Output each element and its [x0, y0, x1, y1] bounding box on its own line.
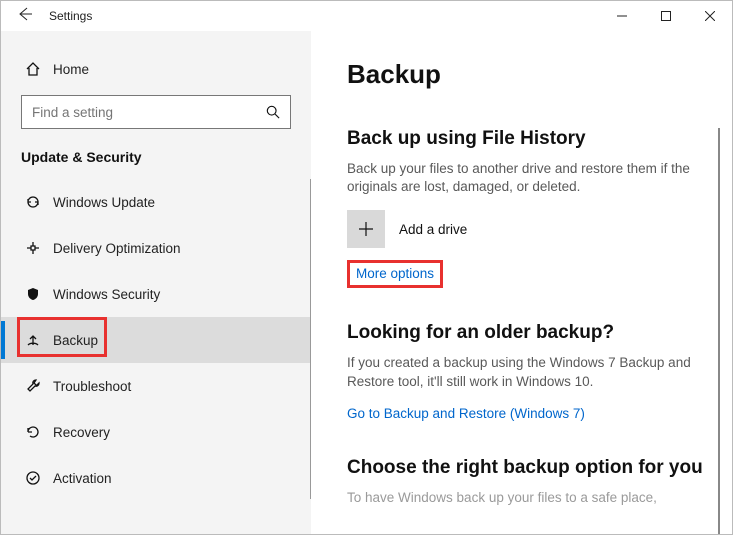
wrench-icon — [25, 378, 53, 394]
page-title: Backup — [347, 59, 720, 90]
sidebar-item-windows-security[interactable]: Windows Security — [1, 271, 310, 317]
home-icon — [25, 61, 53, 77]
file-history-heading: Back up using File History — [347, 128, 712, 150]
choose-heading: Choose the right backup option for you — [347, 457, 712, 479]
sidebar-section-label: Update & Security — [1, 149, 311, 179]
file-history-desc: Back up your files to another drive and … — [347, 160, 712, 196]
minimize-icon — [617, 11, 627, 21]
arrow-left-icon — [17, 6, 33, 22]
highlight-more-options: More options — [347, 260, 443, 288]
sidebar-item-backup[interactable]: Backup — [1, 317, 310, 363]
sidebar-item-label: Activation — [53, 471, 112, 486]
activation-icon — [25, 470, 53, 486]
sidebar-home-label: Home — [53, 62, 89, 77]
titlebar: Settings — [1, 1, 732, 31]
settings-window: Settings Home Update & Security — [0, 0, 733, 535]
section-older-backup: Looking for an older backup? If you crea… — [347, 322, 712, 422]
sidebar-item-recovery[interactable]: Recovery — [1, 409, 310, 455]
backup-icon — [25, 332, 53, 348]
search-input[interactable] — [32, 105, 266, 120]
sidebar-item-label: Troubleshoot — [53, 379, 131, 394]
section-file-history: Back up using File History Back up your … — [347, 128, 712, 288]
sidebar-item-windows-update[interactable]: Windows Update — [1, 179, 310, 225]
search-box[interactable] — [21, 95, 291, 129]
sync-icon — [25, 194, 53, 210]
older-backup-link[interactable]: Go to Backup and Restore (Windows 7) — [347, 406, 585, 421]
add-drive-label: Add a drive — [399, 222, 467, 237]
recovery-icon — [25, 424, 53, 440]
sidebar-item-delivery-optimization[interactable]: Delivery Optimization — [1, 225, 310, 271]
sidebar: Home Update & Security Windows Update — [1, 31, 311, 534]
older-backup-desc: If you created a backup using the Window… — [347, 354, 712, 390]
sidebar-item-label: Recovery — [53, 425, 110, 440]
sidebar-item-label: Windows Update — [53, 195, 155, 210]
more-options-link[interactable]: More options — [356, 266, 434, 281]
sidebar-item-activation[interactable]: Activation — [1, 455, 310, 499]
sidebar-item-troubleshoot[interactable]: Troubleshoot — [1, 363, 310, 409]
sidebar-home[interactable]: Home — [1, 49, 311, 89]
older-backup-heading: Looking for an older backup? — [347, 322, 712, 344]
close-icon — [705, 11, 715, 21]
close-button[interactable] — [688, 1, 732, 31]
shield-icon — [25, 286, 53, 302]
back-button[interactable] — [9, 6, 41, 27]
minimize-button[interactable] — [600, 1, 644, 31]
content-pane: Backup Back up using File History Back u… — [311, 31, 732, 534]
delivery-icon — [25, 240, 53, 256]
search-icon — [266, 105, 280, 119]
choose-desc: To have Windows back up your files to a … — [347, 489, 712, 507]
sidebar-navlist: Windows Update Delivery Optimization Win… — [1, 179, 311, 499]
sidebar-item-label: Windows Security — [53, 287, 160, 302]
maximize-button[interactable] — [644, 1, 688, 31]
app-title: Settings — [41, 9, 92, 23]
section-choose-option: Choose the right backup option for you T… — [347, 457, 712, 507]
sidebar-item-label: Backup — [53, 333, 98, 348]
maximize-icon — [661, 11, 671, 21]
plus-icon — [347, 210, 385, 248]
sidebar-item-label: Delivery Optimization — [53, 241, 181, 256]
add-drive-button[interactable]: Add a drive — [347, 210, 712, 248]
